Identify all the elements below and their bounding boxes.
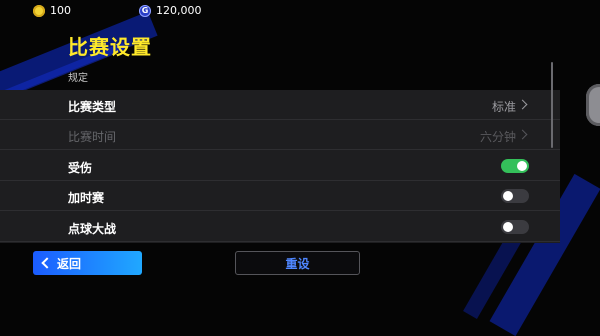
back-button-label: 返回 bbox=[57, 256, 82, 271]
back-button[interactable]: 返回 bbox=[33, 251, 142, 275]
gem-balance: G 120,000 bbox=[139, 4, 202, 17]
setting-match-time: 比赛时间 六分钟 bbox=[0, 120, 560, 150]
injuries-toggle[interactable] bbox=[501, 159, 529, 173]
setting-extra-time: 加时赛 bbox=[0, 181, 560, 211]
gem-amount: 120,000 bbox=[156, 4, 202, 17]
setting-label: 比赛时间 bbox=[68, 130, 117, 144]
extra-time-toggle[interactable] bbox=[501, 189, 529, 203]
chevron-right-icon bbox=[517, 99, 528, 110]
chevron-left-icon bbox=[41, 257, 53, 269]
toggle-knob bbox=[503, 191, 513, 201]
top-bar: 100 G 120,000 bbox=[0, 0, 600, 24]
coin-balance: 100 bbox=[33, 4, 71, 17]
reset-button[interactable]: 重设 bbox=[235, 251, 360, 275]
setting-match-type[interactable]: 比赛类型 标准 bbox=[0, 90, 560, 120]
setting-label: 加时赛 bbox=[68, 191, 105, 205]
page-title: 比赛设置 bbox=[68, 35, 152, 59]
setting-injuries: 受伤 bbox=[0, 151, 560, 181]
setting-value: 标准 bbox=[491, 100, 516, 114]
coin-icon bbox=[33, 4, 45, 17]
setting-value: 六分钟 bbox=[479, 130, 516, 144]
scrollbar[interactable] bbox=[551, 62, 553, 148]
gem-icon: G bbox=[139, 4, 151, 17]
penalty-shootout-toggle[interactable] bbox=[501, 220, 529, 234]
section-label: 规定 bbox=[68, 73, 88, 84]
reset-button-label: 重设 bbox=[285, 256, 310, 271]
setting-label: 点球大战 bbox=[68, 222, 117, 236]
chevron-right-icon bbox=[517, 129, 528, 140]
setting-label: 比赛类型 bbox=[68, 100, 117, 114]
toggle-knob bbox=[503, 222, 513, 232]
setting-penalty-shootout: 点球大战 bbox=[0, 212, 560, 242]
side-panel-handle[interactable] bbox=[586, 84, 600, 126]
settings-panel: 比赛类型 标准 比赛时间 六分钟 受伤 加时赛 点球大战 bbox=[0, 90, 560, 243]
toggle-knob bbox=[517, 161, 527, 171]
setting-label: 受伤 bbox=[68, 161, 93, 175]
coin-amount: 100 bbox=[50, 4, 71, 17]
